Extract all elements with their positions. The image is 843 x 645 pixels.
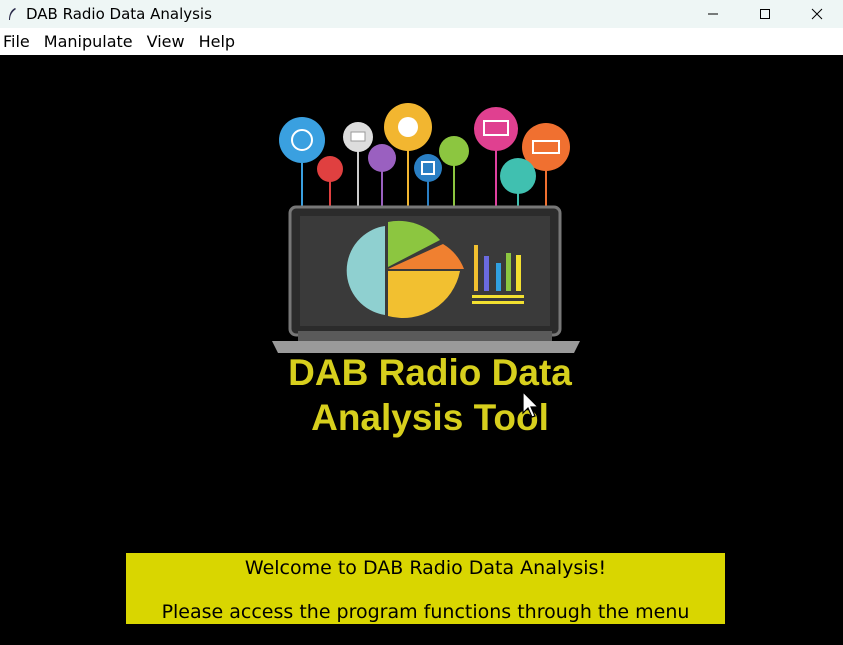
close-icon <box>811 8 823 20</box>
monitor-bubble-icon <box>474 107 518 151</box>
logo-title: DAB Radio Data Analysis Tool <box>226 350 634 440</box>
window-title: DAB Radio Data Analysis <box>26 5 212 23</box>
menu-help[interactable]: Help <box>192 32 242 51</box>
logo-title-line-2: Analysis Tool <box>311 397 549 438</box>
logo-title-line-1: DAB Radio Data <box>288 352 572 393</box>
data-analysis-logo <box>272 103 580 353</box>
close-button[interactable] <box>791 0 843 28</box>
bubble-icons <box>279 103 570 194</box>
minimize-button[interactable] <box>687 0 739 28</box>
title-bar: DAB Radio Data Analysis <box>0 0 843 28</box>
menu-bar: File Manipulate View Help <box>0 28 843 56</box>
minimize-icon <box>708 13 718 15</box>
menu-view[interactable]: View <box>140 32 192 51</box>
clock-bubble-icon <box>279 117 325 163</box>
window-controls <box>687 0 843 28</box>
welcome-panel: Welcome to DAB Radio Data Analysis! Plea… <box>126 553 725 645</box>
maximize-icon <box>760 9 770 19</box>
bulb-bubble-icon <box>317 156 343 182</box>
welcome-message: Welcome to DAB Radio Data Analysis! <box>244 557 607 579</box>
maximize-button[interactable] <box>739 0 791 28</box>
menu-file[interactable]: File <box>0 32 37 51</box>
menu-manipulate[interactable]: Manipulate <box>37 32 140 51</box>
feather-icon <box>9 8 16 20</box>
flask-bubble-icon <box>439 136 469 166</box>
mouse-cursor-icon <box>522 391 540 418</box>
pencil-bubble-icon <box>368 144 396 172</box>
laptop-icon <box>272 205 580 353</box>
lab-bubble-icon <box>500 158 536 194</box>
instructions-message: Please access the program functions thro… <box>161 601 690 645</box>
square-bubble-icon <box>414 154 442 182</box>
